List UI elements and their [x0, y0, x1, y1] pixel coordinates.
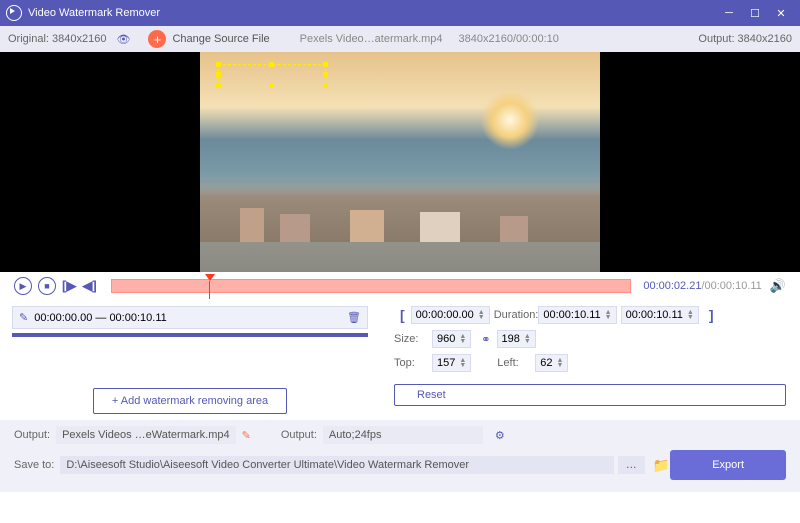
- minimize-button[interactable]: ─: [716, 0, 742, 26]
- delete-segment-icon[interactable]: 🗑: [347, 311, 361, 324]
- app-title: Video Watermark Remover: [28, 7, 160, 19]
- original-resolution: Original: 3840x2160: [8, 33, 106, 45]
- left-input[interactable]: 62▲▼: [535, 354, 568, 372]
- duration-label: Duration:: [494, 309, 539, 321]
- set-end-button[interactable]: ◀]: [82, 278, 96, 294]
- titlebar: Video Watermark Remover ─ ☐ ✕: [0, 0, 800, 26]
- bottom-bar: Output: Pexels Videos …eWatermark.mp4 ✎ …: [0, 420, 800, 492]
- save-to-label: Save to:: [14, 459, 54, 471]
- output-format-label: Output:: [281, 429, 317, 441]
- app-logo-icon: [6, 5, 22, 21]
- output-file-label: Output:: [14, 429, 50, 441]
- segment-bar: [12, 333, 368, 337]
- size-label: Size:: [394, 333, 428, 345]
- set-start-button[interactable]: [▶: [62, 278, 76, 294]
- timecode: 00:00:02.21/00:00:10.11: [643, 280, 761, 292]
- volume-icon[interactable]: 🔊: [770, 278, 786, 294]
- output-resolution: Output: 3840x2160: [698, 33, 792, 45]
- aspect-lock-icon[interactable]: ⚭: [481, 333, 490, 346]
- duration-input[interactable]: 00:00:10.11▲▼: [538, 306, 616, 324]
- playback-controls: ▶ ■ [▶ ◀] 00:00:02.21/00:00:10.11 🔊: [0, 272, 800, 300]
- stop-button[interactable]: ■: [38, 277, 56, 295]
- add-source-icon[interactable]: +: [148, 30, 166, 48]
- width-input[interactable]: 960▲▼: [432, 330, 471, 348]
- segments-panel: ✎ 00:00:00.00 — 00:00:10.11 🗑 + Add wate…: [0, 300, 380, 420]
- rename-icon[interactable]: ✎: [242, 429, 251, 442]
- wand-icon: ✎: [19, 311, 28, 324]
- reset-button[interactable]: Reset: [394, 384, 786, 406]
- play-button[interactable]: ▶: [14, 277, 32, 295]
- close-button[interactable]: ✕: [768, 0, 794, 26]
- left-label: Left:: [497, 357, 531, 369]
- segment-item[interactable]: ✎ 00:00:00.00 — 00:00:10.11 🗑: [12, 306, 368, 329]
- maximize-button[interactable]: ☐: [742, 0, 768, 26]
- range-start-bracket-icon[interactable]: [: [400, 307, 405, 323]
- info-bar: Original: 3840x2160 👁 + Change Source Fi…: [0, 26, 800, 52]
- video-preview: [0, 52, 800, 272]
- timeline-slider[interactable]: [111, 279, 632, 293]
- output-filename: Pexels Videos …eWatermark.mp4: [56, 426, 236, 444]
- source-resolution: 3840x2160/00:00:10: [459, 33, 559, 45]
- playhead-icon[interactable]: [205, 274, 215, 281]
- watermark-selection-box[interactable]: [218, 64, 326, 86]
- browse-button[interactable]: …: [618, 456, 645, 474]
- height-input[interactable]: 198▲▼: [497, 330, 536, 348]
- export-button[interactable]: Export: [670, 450, 786, 480]
- add-watermark-area-button[interactable]: + Add watermark removing area: [93, 388, 287, 414]
- start-time-input[interactable]: 00:00:00.00▲▼: [411, 306, 490, 324]
- source-filename: Pexels Video…atermark.mp4: [300, 33, 443, 45]
- segment-range: 00:00:00.00 — 00:00:10.11: [34, 312, 167, 324]
- video-frame[interactable]: [200, 52, 600, 272]
- open-folder-icon[interactable]: 📁: [653, 457, 670, 474]
- top-label: Top:: [394, 357, 428, 369]
- end-time-input[interactable]: 00:00:10.11▲▼: [621, 306, 699, 324]
- preview-toggle-icon[interactable]: 👁: [116, 33, 130, 46]
- save-path-input[interactable]: D:\Aiseesoft Studio\Aiseesoft Video Conv…: [60, 456, 613, 474]
- output-settings-icon[interactable]: ⚙: [495, 429, 505, 442]
- properties-panel: [ 00:00:00.00▲▼ Duration: 00:00:10.11▲▼ …: [380, 300, 800, 420]
- change-source-button[interactable]: Change Source File: [172, 33, 269, 45]
- top-input[interactable]: 157▲▼: [432, 354, 471, 372]
- range-end-bracket-icon[interactable]: ]: [709, 307, 714, 323]
- output-format-value: Auto;24fps: [323, 426, 483, 444]
